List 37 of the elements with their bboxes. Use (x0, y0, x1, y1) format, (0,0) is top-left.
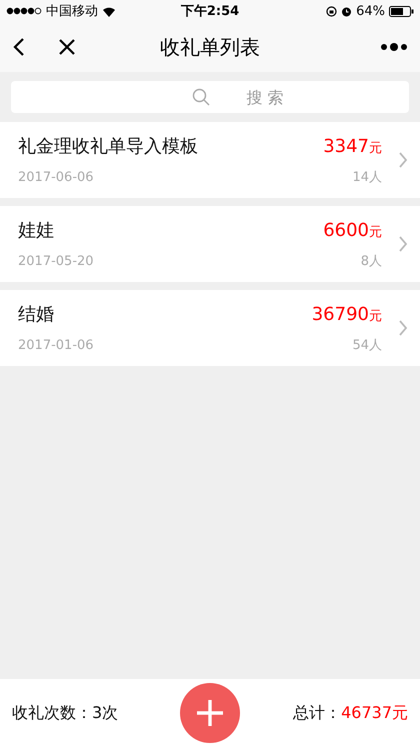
record-name: 结婚 (18, 303, 54, 326)
chevron-right-icon (398, 151, 408, 169)
people-count: 54人 (352, 337, 382, 354)
battery-icon (389, 6, 414, 16)
search-icon (192, 88, 210, 106)
total-label: 总计： (293, 702, 342, 724)
record-date: 2017-01-06 (18, 338, 94, 353)
chevron-left-icon (12, 37, 26, 57)
count-value: 3次 (92, 702, 118, 724)
total-amount: 46737元 (341, 702, 408, 724)
record-amount: 3347元 (323, 136, 382, 157)
record-amount: 6600元 (323, 220, 382, 241)
chevron-right-icon (398, 235, 408, 253)
close-icon (58, 38, 76, 56)
record-name: 礼金理收礼单导入模板 (18, 135, 198, 158)
record-name: 娃娃 (18, 219, 54, 242)
record-amount: 36790元 (312, 304, 382, 325)
record-item[interactable]: 礼金理收礼单导入模板 3347元 2017-06-06 14人 (0, 122, 420, 198)
count-label: 收礼次数： (12, 702, 92, 724)
signal-icon (6, 7, 42, 15)
chevron-right-icon (398, 319, 408, 337)
search-field[interactable]: 搜 索 (11, 81, 409, 113)
record-date: 2017-05-20 (18, 254, 94, 269)
alarm-icon (341, 6, 352, 16)
carrier-name: 中国移动 (46, 3, 98, 20)
battery-percent: 64% (356, 4, 385, 18)
people-count: 8人 (360, 253, 382, 270)
record-date: 2017-06-06 (18, 170, 94, 185)
more-icon (380, 42, 408, 52)
plus-icon (195, 698, 225, 728)
status-time: 下午2:54 (180, 3, 240, 20)
record-item[interactable]: 结婚 36790元 2017-01-06 54人 (0, 290, 420, 366)
wifi-icon (102, 6, 116, 16)
page-title: 收礼单列表 (160, 34, 260, 60)
people-count: 14人 (352, 169, 382, 186)
lock-rotation-icon (326, 6, 338, 16)
record-item[interactable]: 娃娃 6600元 2017-05-20 8人 (0, 206, 420, 282)
